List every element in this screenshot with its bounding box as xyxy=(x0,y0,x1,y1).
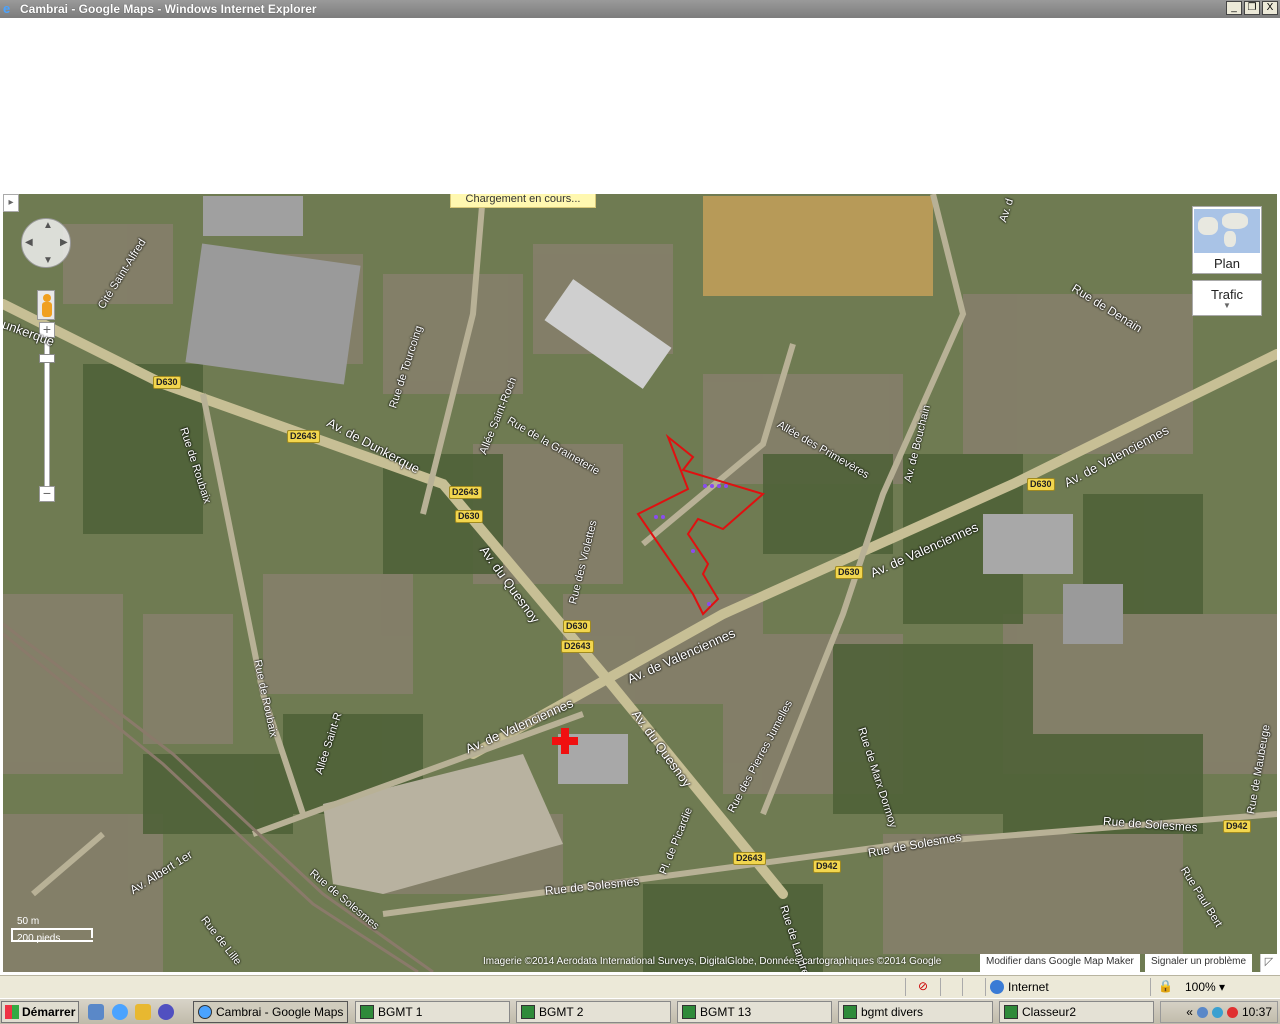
window-controls: _ ❐ X xyxy=(1226,1,1278,15)
tray-expand-icon[interactable]: « xyxy=(1186,1005,1193,1019)
quicklaunch-desktop-icon[interactable] xyxy=(88,1004,104,1020)
task-bgmt-2[interactable]: BGMT 2 xyxy=(516,1001,671,1023)
excel-icon xyxy=(682,1005,696,1019)
task-label: BGMT 1 xyxy=(378,1005,423,1019)
task-label: Classeur2 xyxy=(1022,1005,1077,1019)
internet-explorer-icon: e xyxy=(3,1,11,16)
restore-button[interactable]: ❐ xyxy=(1244,1,1260,15)
task-ie-google-maps[interactable]: Cambrai - Google Maps -... xyxy=(193,1001,348,1023)
route-shield: D2643 xyxy=(733,852,766,865)
task-bgmt-1[interactable]: BGMT 1 xyxy=(355,1001,510,1023)
page-header-area xyxy=(3,22,1277,194)
windows-flag-icon xyxy=(5,1005,19,1019)
street-view-pegman-icon[interactable] xyxy=(37,290,55,320)
mapmaker-link[interactable]: Modifier dans Google Map Maker xyxy=(980,954,1140,972)
traffic-label: Trafic xyxy=(1210,287,1244,302)
scale-bar: 50 m 200 pieds xyxy=(11,916,95,944)
internet-explorer-icon xyxy=(198,1005,212,1019)
quicklaunch-ie-icon[interactable] xyxy=(112,1004,128,1020)
route-shield: D630 xyxy=(455,510,483,523)
route-shield: D2643 xyxy=(449,486,482,499)
pan-up-icon[interactable]: ▲ xyxy=(43,220,53,231)
window-title: Cambrai - Google Maps - Windows Internet… xyxy=(20,2,317,16)
task-bgmt-divers[interactable]: bgmt divers xyxy=(838,1001,993,1023)
pan-control[interactable]: ▲ ▼ ◀ ▶ xyxy=(21,218,71,268)
task-bgmt-13[interactable]: BGMT 13 xyxy=(677,1001,832,1023)
security-zone[interactable]: Internet xyxy=(985,978,1049,996)
map-type-label: Plan xyxy=(1213,256,1241,271)
pan-down-icon[interactable]: ▼ xyxy=(43,255,53,266)
clock[interactable]: 10:37 xyxy=(1242,1005,1272,1019)
task-label: BGMT 13 xyxy=(700,1005,752,1019)
route-shield: D630 xyxy=(1027,478,1055,491)
excel-icon xyxy=(1004,1005,1018,1019)
sidebar-toggle[interactable]: ▸ xyxy=(3,194,19,212)
excel-icon xyxy=(843,1005,857,1019)
map-thumbnail-icon xyxy=(1194,209,1260,253)
route-shield: D630 xyxy=(153,376,181,389)
scale-metric: 50 m xyxy=(17,916,40,927)
route-shield: D2643 xyxy=(287,430,320,443)
close-button[interactable]: X xyxy=(1262,1,1278,15)
task-label: BGMT 2 xyxy=(539,1005,584,1019)
route-shield: D630 xyxy=(563,620,591,633)
zone-label: Internet xyxy=(1008,980,1049,994)
route-shield: D942 xyxy=(813,860,841,873)
globe-icon xyxy=(990,980,1004,994)
loading-indicator: Chargement en cours... xyxy=(450,194,596,208)
start-label: Démarrer xyxy=(22,1005,76,1019)
taskbar: Démarrer Cambrai - Google Maps -... BGMT… xyxy=(0,998,1280,1024)
report-problem-link[interactable]: Signaler un problème xyxy=(1145,954,1253,972)
protected-mode-icon[interactable]: 🔒 xyxy=(1158,979,1173,993)
route-shield: D942 xyxy=(1223,820,1251,833)
task-label: bgmt divers xyxy=(861,1005,924,1019)
route-shield: D630 xyxy=(835,566,863,579)
start-button[interactable]: Démarrer xyxy=(1,1001,79,1023)
zoom-slider-thumb[interactable] xyxy=(39,354,55,363)
chevron-down-icon: ▼ xyxy=(1223,301,1231,310)
task-classeur2[interactable]: Classeur2 xyxy=(999,1001,1154,1023)
minimize-button[interactable]: _ xyxy=(1226,1,1242,15)
satellite-map[interactable]: Chargement en cours... ▸ ▲ ▼ ◀ ▶ + − Pla… xyxy=(3,194,1277,972)
blocked-icon[interactable]: ⊘ xyxy=(918,979,928,993)
excel-icon xyxy=(360,1005,374,1019)
system-tray: « 10:37 xyxy=(1160,1001,1278,1023)
excel-icon xyxy=(521,1005,535,1019)
expand-icon[interactable]: ◸ xyxy=(1260,954,1277,972)
browser-statusbar: ⊘ Internet 🔒 100% ▾ xyxy=(0,975,1280,998)
quicklaunch-mediaplayer-icon[interactable] xyxy=(158,1004,174,1020)
zoom-value: 100% xyxy=(1185,980,1216,994)
satellite-imagery xyxy=(3,194,1277,972)
quicklaunch-outlook-icon[interactable] xyxy=(135,1004,151,1020)
map-type-plan-button[interactable]: Plan xyxy=(1192,206,1262,274)
traffic-button[interactable]: Trafic ▼ xyxy=(1192,280,1262,316)
window-titlebar: e Cambrai - Google Maps - Windows Intern… xyxy=(0,0,1280,18)
task-label: Cambrai - Google Maps -... xyxy=(216,1005,348,1019)
pan-left-icon[interactable]: ◀ xyxy=(25,237,33,248)
update-icon[interactable] xyxy=(1211,1006,1223,1018)
network-icon[interactable] xyxy=(1196,1006,1208,1018)
scale-imperial: 200 pieds xyxy=(17,933,61,944)
route-shield: D2643 xyxy=(561,640,594,653)
pan-right-icon[interactable]: ▶ xyxy=(60,237,68,248)
map-attribution: Imagerie ©2014 Aerodata International Su… xyxy=(483,956,942,967)
zoom-level[interactable]: 100% ▾ xyxy=(1185,980,1225,994)
zoom-out-button[interactable]: − xyxy=(39,486,55,502)
antivirus-icon[interactable] xyxy=(1226,1006,1238,1018)
